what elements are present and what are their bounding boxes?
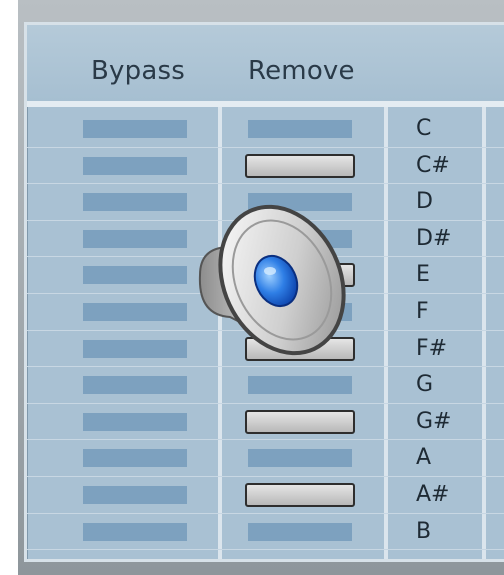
bypass-toggle[interactable] <box>83 412 187 431</box>
note-label: F <box>416 299 429 324</box>
note-label: C <box>416 116 432 141</box>
header-divider <box>27 101 504 107</box>
bypass-toggle[interactable] <box>83 266 187 285</box>
note-label: B <box>416 518 432 544</box>
note-row: A# <box>27 477 504 514</box>
note-label: A <box>416 445 432 471</box>
note-label: C# <box>416 152 450 178</box>
note-row: B <box>27 514 504 551</box>
column-header: Bypass Remove <box>27 25 504 101</box>
remove-toggle[interactable] <box>248 449 352 468</box>
note-row: C# <box>27 148 504 185</box>
bypass-toggle[interactable] <box>83 339 187 358</box>
remove-toggle[interactable] <box>248 120 352 138</box>
bypass-toggle[interactable] <box>83 486 187 504</box>
bypass-toggle[interactable] <box>83 303 187 321</box>
bypass-toggle[interactable] <box>83 229 187 248</box>
bypass-toggle[interactable] <box>83 193 187 212</box>
bypass-toggle[interactable] <box>83 376 187 395</box>
note-label: E <box>416 262 430 288</box>
remove-toggle[interactable] <box>245 409 355 434</box>
speaker-icon <box>198 204 346 356</box>
remove-column-header: Remove <box>248 56 355 86</box>
remove-toggle[interactable] <box>245 483 355 507</box>
bypass-toggle[interactable] <box>83 120 187 138</box>
note-row: A <box>27 440 504 477</box>
note-label: G <box>416 372 434 398</box>
note-row: G# <box>27 404 504 441</box>
remove-toggle[interactable] <box>248 376 352 395</box>
bypass-toggle[interactable] <box>83 522 187 541</box>
note-label: G# <box>416 408 452 434</box>
remove-toggle[interactable] <box>245 153 355 178</box>
bypass-toggle[interactable] <box>83 156 187 175</box>
note-label: D <box>416 189 433 215</box>
remove-toggle[interactable] <box>248 522 352 541</box>
bypass-column-header: Bypass <box>91 56 185 86</box>
note-row: G <box>27 367 504 404</box>
note-row: C <box>27 111 504 148</box>
note-label: A# <box>416 482 450 507</box>
bypass-toggle[interactable] <box>83 449 187 468</box>
note-label: D# <box>416 225 452 251</box>
note-label: F# <box>416 335 448 361</box>
